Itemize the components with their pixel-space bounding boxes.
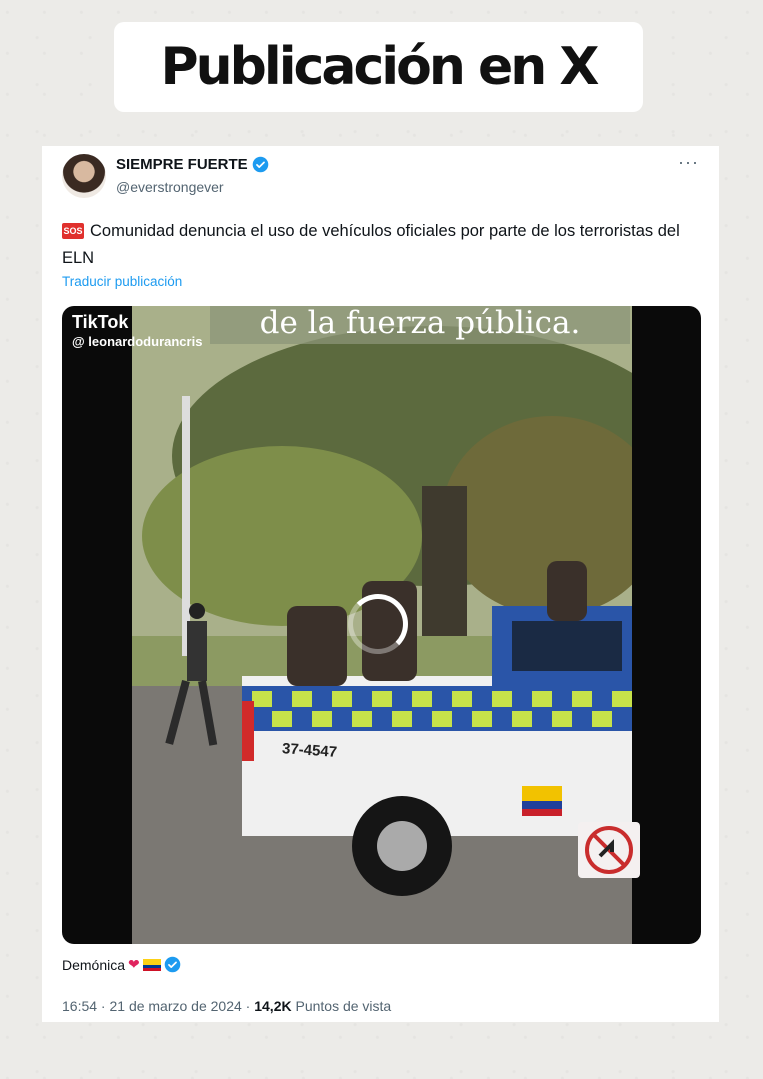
display-name[interactable]: SIEMPRE FUERTE — [116, 156, 269, 173]
more-options-icon[interactable]: ··· — [678, 152, 699, 173]
views-count: 14,2K — [254, 998, 292, 1014]
tiktok-user: @ leonardodurancris — [72, 334, 203, 349]
community-badge-icon — [578, 822, 640, 878]
tiktok-watermark: TikTok — [72, 312, 129, 332]
translate-link[interactable]: Traducir publicación — [62, 274, 182, 289]
tweet-meta: 16:54 · 21 de marzo de 2024 · 14,2K Punt… — [62, 998, 391, 1014]
verified-badge-icon — [252, 156, 268, 173]
tweet-card[interactable]: SIEMPRE FUERTE @everstrongever ··· SOS Co… — [42, 146, 719, 1022]
video-caption: de la fuerza pública. — [210, 306, 630, 344]
verified-badge-icon — [164, 956, 181, 973]
banner-title: Publicación en X — [160, 37, 600, 97]
colombia-flag-icon — [142, 958, 161, 971]
sos-icon: SOS — [62, 223, 84, 239]
views-label: Puntos de vista — [291, 998, 392, 1014]
timestamp[interactable]: 16:54 · 21 de marzo de 2024 · — [62, 998, 254, 1014]
display-name-text[interactable]: SIEMPRE FUERTE — [116, 156, 248, 173]
heart-icon: ❤ — [128, 956, 140, 972]
loading-spinner-icon — [348, 594, 408, 654]
avatar[interactable] — [62, 154, 106, 198]
tweet-text: SOS Comunidad denuncia el uso de vehículo… — [62, 218, 692, 272]
tweet-body: Comunidad denuncia el uso de vehículos o… — [62, 222, 680, 267]
video-player[interactable]: de la fuerza pública. 37-4547 TikTok @ l… — [62, 306, 701, 944]
quoted-author[interactable]: Demónica ❤ — [62, 956, 181, 973]
header-banner: Publicación en X — [114, 22, 643, 112]
user-handle[interactable]: @everstrongever — [116, 179, 224, 195]
quoted-author-name[interactable]: Demónica — [62, 957, 125, 973]
